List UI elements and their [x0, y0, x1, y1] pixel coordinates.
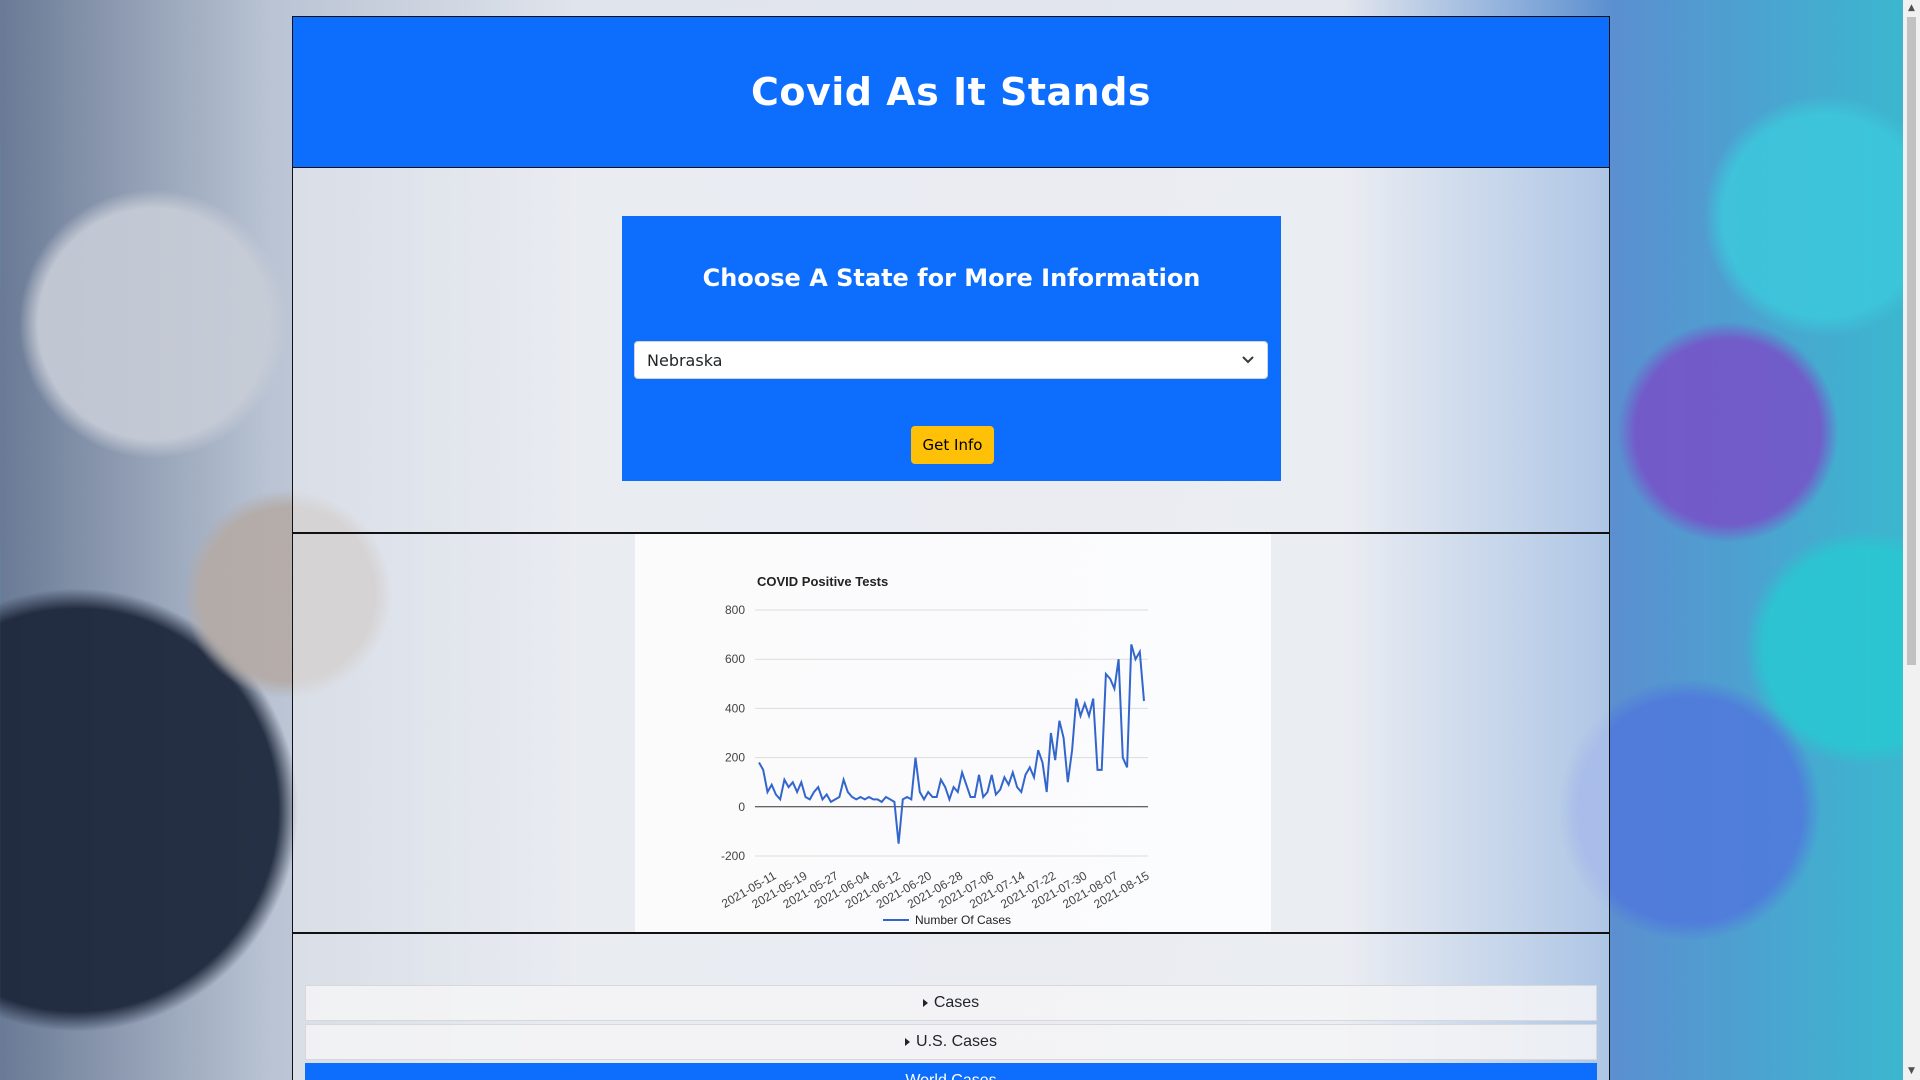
scroll-up-arrow-icon[interactable]: ▲	[1903, 0, 1920, 17]
accordion-label: World Cases	[905, 1072, 996, 1080]
y-tick-label: 0	[738, 800, 745, 814]
selected-state-value: Nebraska	[647, 350, 723, 370]
chevron-down-icon	[1241, 353, 1255, 367]
state-select-section: Choose A State for More Information Nebr…	[292, 168, 1610, 533]
caret-right-icon	[922, 999, 928, 1007]
page-scrollbar[interactable]: ▲ ▼	[1903, 0, 1920, 1080]
scroll-thumb[interactable]	[1907, 17, 1916, 665]
get-info-button[interactable]: Get Info	[911, 426, 994, 464]
accordion-section: Cases U.S. Cases World Cases	[292, 933, 1610, 1080]
accordion-item-world-cases[interactable]: World Cases	[305, 1063, 1597, 1080]
state-picker-card: Choose A State for More Information Nebr…	[622, 216, 1281, 481]
accordion-label: U.S. Cases	[916, 1033, 997, 1050]
chart-panel: COVID Positive Tests -200 0 200 400 600 800 202…	[635, 534, 1271, 932]
y-tick-label: 600	[725, 652, 745, 666]
page-container: Covid As It Stands Choose A State for Mo…	[292, 16, 1610, 1080]
scroll-down-arrow-icon[interactable]: ▼	[1903, 1063, 1920, 1080]
y-tick-label: -200	[721, 849, 745, 863]
covid-positive-tests-chart: COVID Positive Tests-2000200400600800202…	[719, 574, 1152, 927]
accordion-item-cases[interactable]: Cases	[305, 985, 1597, 1021]
state-picker-heading: Choose A State for More Information	[702, 264, 1201, 292]
chart-section: COVID Positive Tests -200 0 200 400 600 800 202…	[292, 533, 1610, 933]
caret-right-icon	[905, 1038, 911, 1046]
chart-title: COVID Positive Tests	[757, 574, 888, 589]
accordion-item-us-cases[interactable]: U.S. Cases	[305, 1024, 1597, 1060]
y-tick-label: 200	[725, 751, 745, 765]
y-tick-label: 800	[725, 603, 745, 617]
series-line-number-of-cases	[758, 644, 1145, 844]
site-header: Covid As It Stands	[292, 16, 1610, 168]
y-tick-label: 400	[725, 701, 745, 715]
state-dropdown[interactable]: Nebraska	[634, 341, 1268, 379]
legend-label: Number Of Cases	[915, 913, 1011, 927]
page-title: Covid As It Stands	[750, 70, 1152, 114]
accordion-label: Cases	[933, 994, 980, 1011]
